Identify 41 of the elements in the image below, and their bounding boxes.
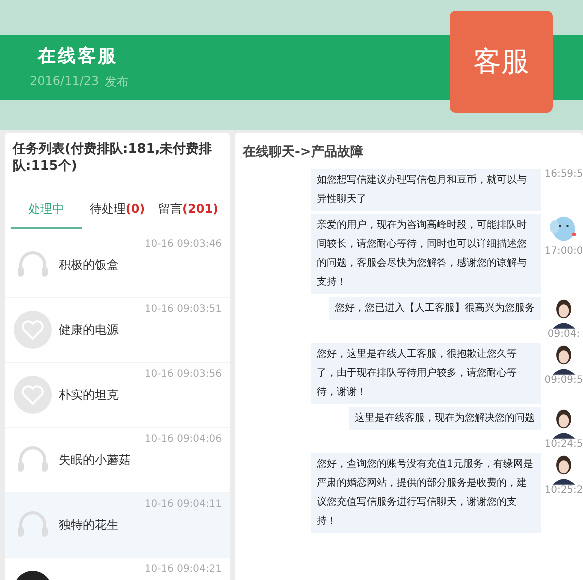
message-time: 16:59:5 <box>544 169 583 180</box>
message-bubble: 您好，查询您的账号没有充值1元服务，有缘网是严肃的婚恋网站，提供的部分服务是收费的，建议您充值写信服务进行写信聊天，谢谢您的支持！ <box>311 453 541 533</box>
person-avatar-icon <box>550 407 578 439</box>
message-time: 17:00:0 <box>544 246 583 257</box>
heart-avatar-icon <box>13 375 53 415</box>
customer-name: 失眠的小蘑菇 <box>59 452 131 468</box>
person-avatar-icon <box>550 297 578 329</box>
publish-date: 2016/11/23 <box>30 74 100 90</box>
customer-name: 朴实的坦克 <box>59 386 119 404</box>
person-avatar-icon <box>550 453 578 485</box>
message-bubble: 这里是在线客服，现在为您解决您的问题 <box>349 407 541 430</box>
service-badge: 客服 <box>450 11 553 113</box>
message-time: 10:24:5 <box>544 439 583 450</box>
task-time: 10-16 09:03:46 <box>144 239 222 250</box>
customer-name: 健康的电源 <box>59 322 119 338</box>
tab[interactable]: 待处理(0) <box>82 193 153 229</box>
message-bubble: 您好，您已进入【人工客服】很高兴为您服务 <box>329 297 541 320</box>
message-time: 09:09:5 <box>544 375 583 386</box>
customer-name: 积极的饭盒 <box>59 256 119 274</box>
message-bubble: 亲爱的用户，现在为咨询高峰时段，可能排队时间较长，请您耐心等待，同时也可以详细描述您的问题，客服会尽快为您解答，感谢您的谅解与支持！ <box>311 214 541 294</box>
person-avatar-icon <box>550 343 578 375</box>
task-list-title: 任务列表(付费排队:181,未付费排队:115个) <box>12 141 214 175</box>
publish-label: 发布 <box>105 74 130 91</box>
task-time: 10-16 09:03:56 <box>144 369 222 380</box>
heart-avatar-icon <box>13 310 53 350</box>
page-title: 在线客服 <box>38 45 119 68</box>
task-time: 10-16 09:04:06 <box>144 434 222 445</box>
message-bubble: 如您想写信建议办理写信包月和豆币，就可以与异性聊天了 <box>311 169 541 211</box>
message-time: 09:04: <box>548 329 580 340</box>
task-item[interactable]: 健康的电源 10-16 09:03:51 <box>5 298 230 363</box>
chat-title: 在线聊天->产品故障 <box>242 144 364 162</box>
task-item[interactable]: 独特的花生 10-16 09:04:11 <box>5 493 230 558</box>
tab[interactable]: 留言(201) <box>153 193 224 229</box>
task-item[interactable]: 积极的饭盒 10-16 09:03:46 <box>5 233 230 298</box>
message-time: 10:25:2 <box>544 485 583 496</box>
task-time: 10-16 09:03:51 <box>144 304 222 315</box>
message-bubble: 您好，这里是在线人工客服，很抱歉让您久等了，由于现在排队等待用户较多，请您耐心等待，谢谢！ <box>311 343 541 404</box>
task-item[interactable]: 朴实的坦克 10-16 09:03:56 <box>5 363 230 428</box>
customer-name: 独特的花生 <box>59 516 119 534</box>
task-time: 10-16 09:04:21 <box>144 564 222 575</box>
task-time: 10-16 09:04:11 <box>144 499 222 510</box>
